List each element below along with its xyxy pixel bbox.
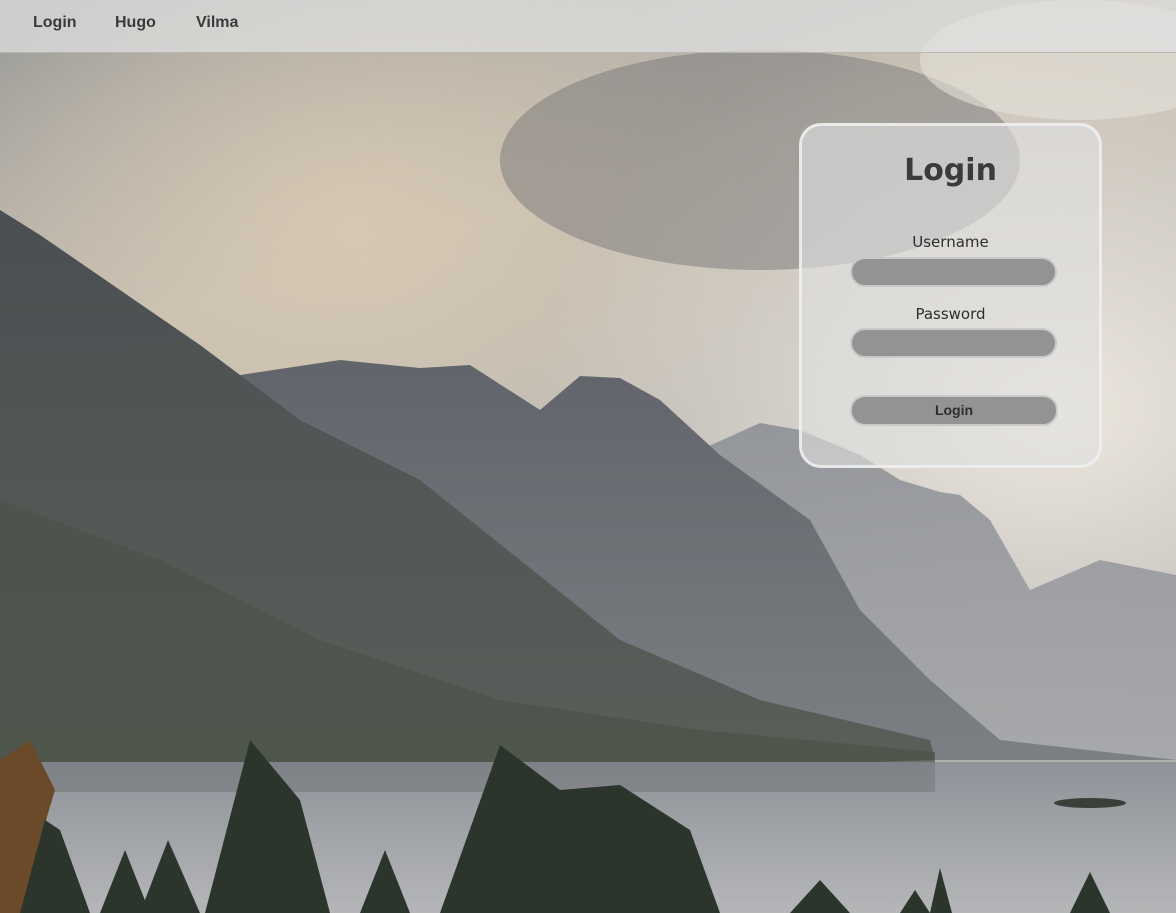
nav-link-hugo[interactable]: Hugo xyxy=(115,14,156,32)
login-submit-button[interactable]: Login xyxy=(850,395,1058,426)
nav-link-vilma[interactable]: Vilma xyxy=(196,14,238,32)
login-card: Login Username Password Login xyxy=(799,123,1102,468)
top-navbar: Login Hugo Vilma xyxy=(0,0,1176,53)
password-label: Password xyxy=(915,305,986,323)
password-input[interactable] xyxy=(850,328,1057,358)
username-input[interactable] xyxy=(850,257,1057,287)
username-label: Username xyxy=(912,233,989,251)
nav-link-login[interactable]: Login xyxy=(33,14,77,32)
login-title: Login xyxy=(904,153,997,188)
